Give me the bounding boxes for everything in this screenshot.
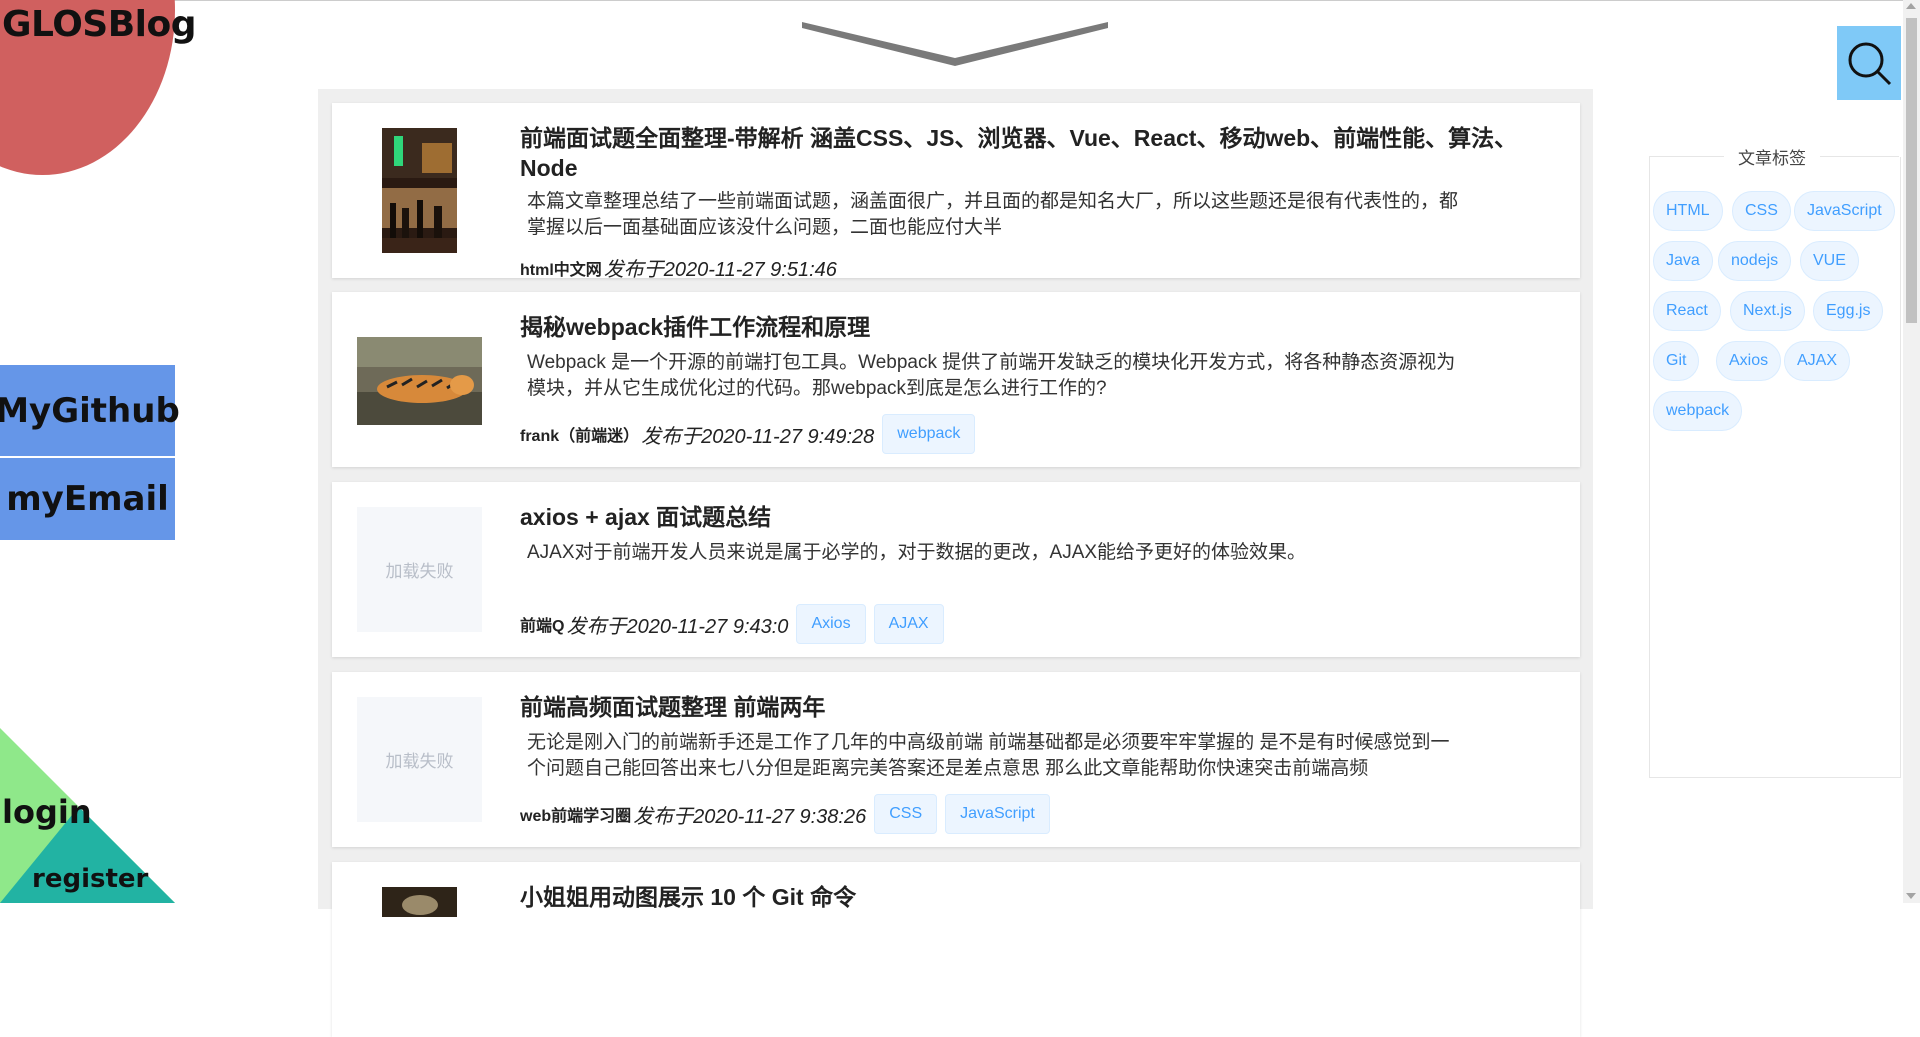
post-tag[interactable]: webpack [882,414,976,454]
tag-css[interactable]: CSS [1732,191,1791,231]
post-title[interactable]: 前端面试题全面整理-带解析 涵盖CSS、JS、浏览器、Vue、React、移动w… [520,123,1550,183]
post-description: Webpack 是一个开源的前端打包工具。Webpack 提供了前端开发缺乏的模… [527,352,1456,399]
post-author: frank（前端迷） [520,428,640,445]
tag-webpack[interactable]: webpack [1653,391,1743,431]
chevron-down-icon[interactable] [802,20,1112,70]
post-meta: frank（前端迷） 发布于2020-11-27 9:49:28 webpack [520,414,976,454]
brand-logo[interactable]: GLOSBlog [2,4,197,45]
post-author: web前端学习圈 [520,808,632,825]
post-author: html中文网 [520,261,602,279]
post-thumbnail[interactable] [382,887,457,917]
post-thumbnail-failed: 加载失败 [357,507,482,632]
post-tag[interactable]: JavaScript [945,794,1050,834]
login-link[interactable]: login [2,793,92,831]
post-title[interactable]: axios + ajax 面试题总结 [520,502,1550,532]
post-title[interactable]: 小姐姐用动图展示 10 个 Git 命令 [520,882,1550,912]
post-date: 发布于2020-11-27 9:49:28 [641,425,875,448]
post-card[interactable]: 加载失败 axios + ajax 面试题总结 AJAX对于前端开发人员来说是属… [332,482,1580,657]
register-link[interactable]: register [32,864,148,894]
tag-vue[interactable]: VUE [1800,241,1859,281]
tag-git[interactable]: Git [1653,341,1700,381]
post-card[interactable]: 揭秘webpack插件工作流程和原理 Webpack 是一个开源的前端打包工具。… [332,292,1580,467]
tag-java[interactable]: Java [1653,241,1713,281]
post-title[interactable]: 前端高频面试题整理 前端两年 [520,692,1550,722]
post-thumbnail[interactable] [382,128,457,253]
post-description: 无论是刚入门的前端新手还是工作了几年的中高级前端 前端基础都是必须要牢牢掌握的 … [527,732,1450,779]
tag-javascript[interactable]: JavaScript [1794,191,1895,231]
post-meta: html中文网 发布于2020-11-27 9:51:46 [520,253,837,282]
scrollbar-thumb[interactable] [1906,18,1917,323]
scroll-down-arrow-icon[interactable] [1906,893,1916,899]
tag-html[interactable]: HTML [1653,191,1723,231]
email-link[interactable]: myEmail [0,458,175,540]
post-date: 发布于2020-11-27 9:38:26 [633,805,867,828]
post-tag[interactable]: AJAX [873,604,944,644]
post-meta: web前端学习圈 发布于2020-11-27 9:38:26 CSS JavaS… [520,794,1050,834]
post-card[interactable]: 小姐姐用动图展示 10 个 Git 命令 [332,862,1580,1037]
github-link[interactable]: MyGithub [0,365,180,456]
top-border [0,0,1920,1]
tag-ajax[interactable]: AJAX [1784,341,1851,381]
post-date: 发布于2020-11-27 9:43:0 [566,615,789,638]
search-button[interactable] [1837,26,1901,100]
scroll-up-arrow-icon[interactable] [1906,3,1916,9]
post-card[interactable]: 加载失败 前端高频面试题整理 前端两年 无论是刚入门的前端新手还是工作了几年的中… [332,672,1580,847]
post-author: 前端Q [520,618,565,635]
tags-panel-title: 文章标签 [1724,144,1820,169]
post-description: 本篇文章整理总结了一些前端面试题，涵盖面很广，并且面的都是知名大厂，所以这些题还… [527,191,1459,238]
post-meta: 前端Q 发布于2020-11-27 9:43:0 Axios AJAX [520,604,944,644]
tag-react[interactable]: React [1653,291,1721,331]
post-title[interactable]: 揭秘webpack插件工作流程和原理 [520,312,1550,342]
post-date: 发布于2020-11-27 9:51:46 [603,259,837,281]
tag-nextjs[interactable]: Next.js [1730,291,1805,331]
post-card[interactable]: 前端面试题全面整理-带解析 涵盖CSS、JS、浏览器、Vue、React、移动w… [332,103,1580,281]
tag-eggjs[interactable]: Egg.js [1813,291,1884,331]
post-thumbnail-failed: 加载失败 [357,697,482,822]
post-tag[interactable]: Axios [796,604,866,644]
post-thumbnail[interactable] [357,337,482,425]
post-description: AJAX对于前端开发人员来说是属于必学的，对于数据的更改，AJAX能给予更好的体… [527,542,1307,563]
tag-nodejs[interactable]: nodejs [1718,241,1792,281]
post-feed: 前端面试题全面整理-带解析 涵盖CSS、JS、浏览器、Vue、React、移动w… [318,89,1593,1037]
tag-axios[interactable]: Axios [1716,341,1782,381]
search-icon [1848,42,1892,86]
post-tag[interactable]: CSS [874,794,938,834]
